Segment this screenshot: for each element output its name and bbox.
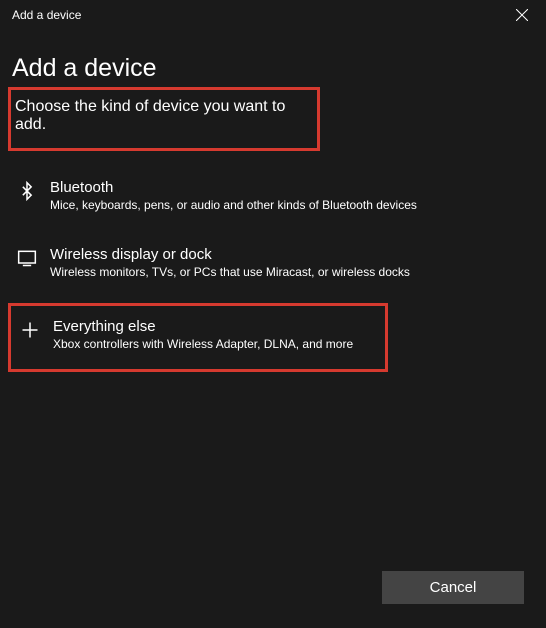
- titlebar: Add a device: [0, 0, 546, 30]
- page-subtitle: Choose the kind of device you want to ad…: [11, 98, 313, 134]
- option-text: Wireless display or dock Wireless monito…: [42, 246, 410, 279]
- page-title: Add a device: [12, 54, 534, 83]
- option-wireless-display[interactable]: Wireless display or dock Wireless monito…: [12, 236, 534, 291]
- option-bluetooth[interactable]: Bluetooth Mice, keyboards, pens, or audi…: [12, 169, 534, 224]
- monitor-icon: [12, 246, 42, 268]
- option-title: Wireless display or dock: [50, 246, 410, 263]
- content-area: Add a device Choose the kind of device y…: [0, 30, 546, 372]
- plus-icon: [15, 318, 45, 340]
- option-text: Everything else Xbox controllers with Wi…: [45, 318, 353, 351]
- option-everything-else[interactable]: Everything else Xbox controllers with Wi…: [8, 303, 388, 372]
- option-text: Bluetooth Mice, keyboards, pens, or audi…: [42, 179, 417, 212]
- close-button[interactable]: [506, 1, 538, 29]
- cancel-button[interactable]: Cancel: [382, 571, 524, 604]
- option-desc: Xbox controllers with Wireless Adapter, …: [53, 337, 353, 351]
- footer: Cancel: [382, 571, 524, 604]
- window-title: Add a device: [12, 8, 81, 22]
- option-desc: Wireless monitors, TVs, or PCs that use …: [50, 265, 410, 279]
- subheading-highlight: Choose the kind of device you want to ad…: [8, 87, 320, 151]
- option-title: Everything else: [53, 318, 353, 335]
- close-icon: [516, 9, 528, 21]
- option-desc: Mice, keyboards, pens, or audio and othe…: [50, 198, 417, 212]
- option-title: Bluetooth: [50, 179, 417, 196]
- bluetooth-icon: [12, 179, 42, 201]
